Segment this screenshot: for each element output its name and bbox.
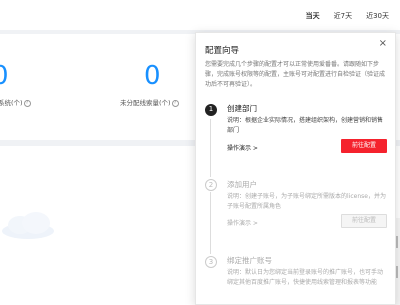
- edge-mark: [396, 236, 398, 248]
- step-1-demo-link[interactable]: 操作演示 >: [227, 143, 258, 152]
- step-1-go-config-button[interactable]: 前往配置: [341, 139, 387, 153]
- step-2-title: 添加用户: [227, 180, 257, 189]
- stat-value-unassigned-leads: 0: [144, 61, 161, 91]
- help-icon[interactable]: ?: [171, 99, 179, 107]
- step-1-description: 说明：根据企业实际情况，搭建组织架构，创建营销和销售部门: [227, 117, 384, 134]
- step-connector: [210, 119, 211, 177]
- step-3-title: 绑定推广账号: [227, 256, 272, 265]
- step-1-title: 创建部门: [227, 104, 257, 113]
- stat-label-system-text: 系统(个): [0, 99, 23, 107]
- top-bar: 当天 近7天 近30天: [0, 0, 400, 30]
- step-3-description: 说明：默认日为您绑定当前登录账号的推广账号，也可手动绑定其他百度推广账号，快捷使…: [227, 269, 384, 286]
- stat-value-system: 0: [0, 61, 9, 91]
- edge-mark: [396, 266, 398, 278]
- help-icon[interactable]: ?: [23, 99, 31, 107]
- config-guide-panel: 配置向导 × 您需要完成几个步骤的配置才可以正常使用爱番番。请跟随如下步骤，完成…: [195, 32, 396, 305]
- step-3-number: 3: [205, 256, 217, 268]
- step-2-go-config-button[interactable]: 前往配置: [341, 214, 387, 228]
- step-2-number: 2: [205, 179, 217, 191]
- empty-illustration-icon: [2, 212, 54, 239]
- step-1-number: 1: [205, 104, 217, 116]
- stat-label-system: 系统(个)?: [0, 97, 31, 107]
- stat-label-unassigned-leads: 未分配线索量(个)?: [120, 97, 179, 107]
- close-icon[interactable]: ×: [379, 39, 387, 49]
- tab-last-7-days[interactable]: 近7天: [327, 10, 359, 22]
- step-2-demo-link[interactable]: 操作演示 >: [227, 218, 258, 227]
- tab-last-30-days[interactable]: 近30天: [359, 10, 396, 22]
- guide-description: 您需要完成几个步骤的配置才可以正常使用爱番番。请跟随如下步骤，完成账号权限等的配…: [205, 61, 386, 88]
- stat-label-unassigned-text: 未分配线索量(个): [120, 99, 171, 107]
- date-range-tabs: 当天 近7天 近30天: [299, 10, 396, 22]
- guide-title: 配置向导: [205, 46, 240, 56]
- step-connector: [210, 192, 211, 254]
- step-2-description: 说明：创建子账号，为子账号绑定所需版本的license，并为子账号配置所属角色: [227, 193, 386, 210]
- tab-today[interactable]: 当天: [299, 10, 327, 22]
